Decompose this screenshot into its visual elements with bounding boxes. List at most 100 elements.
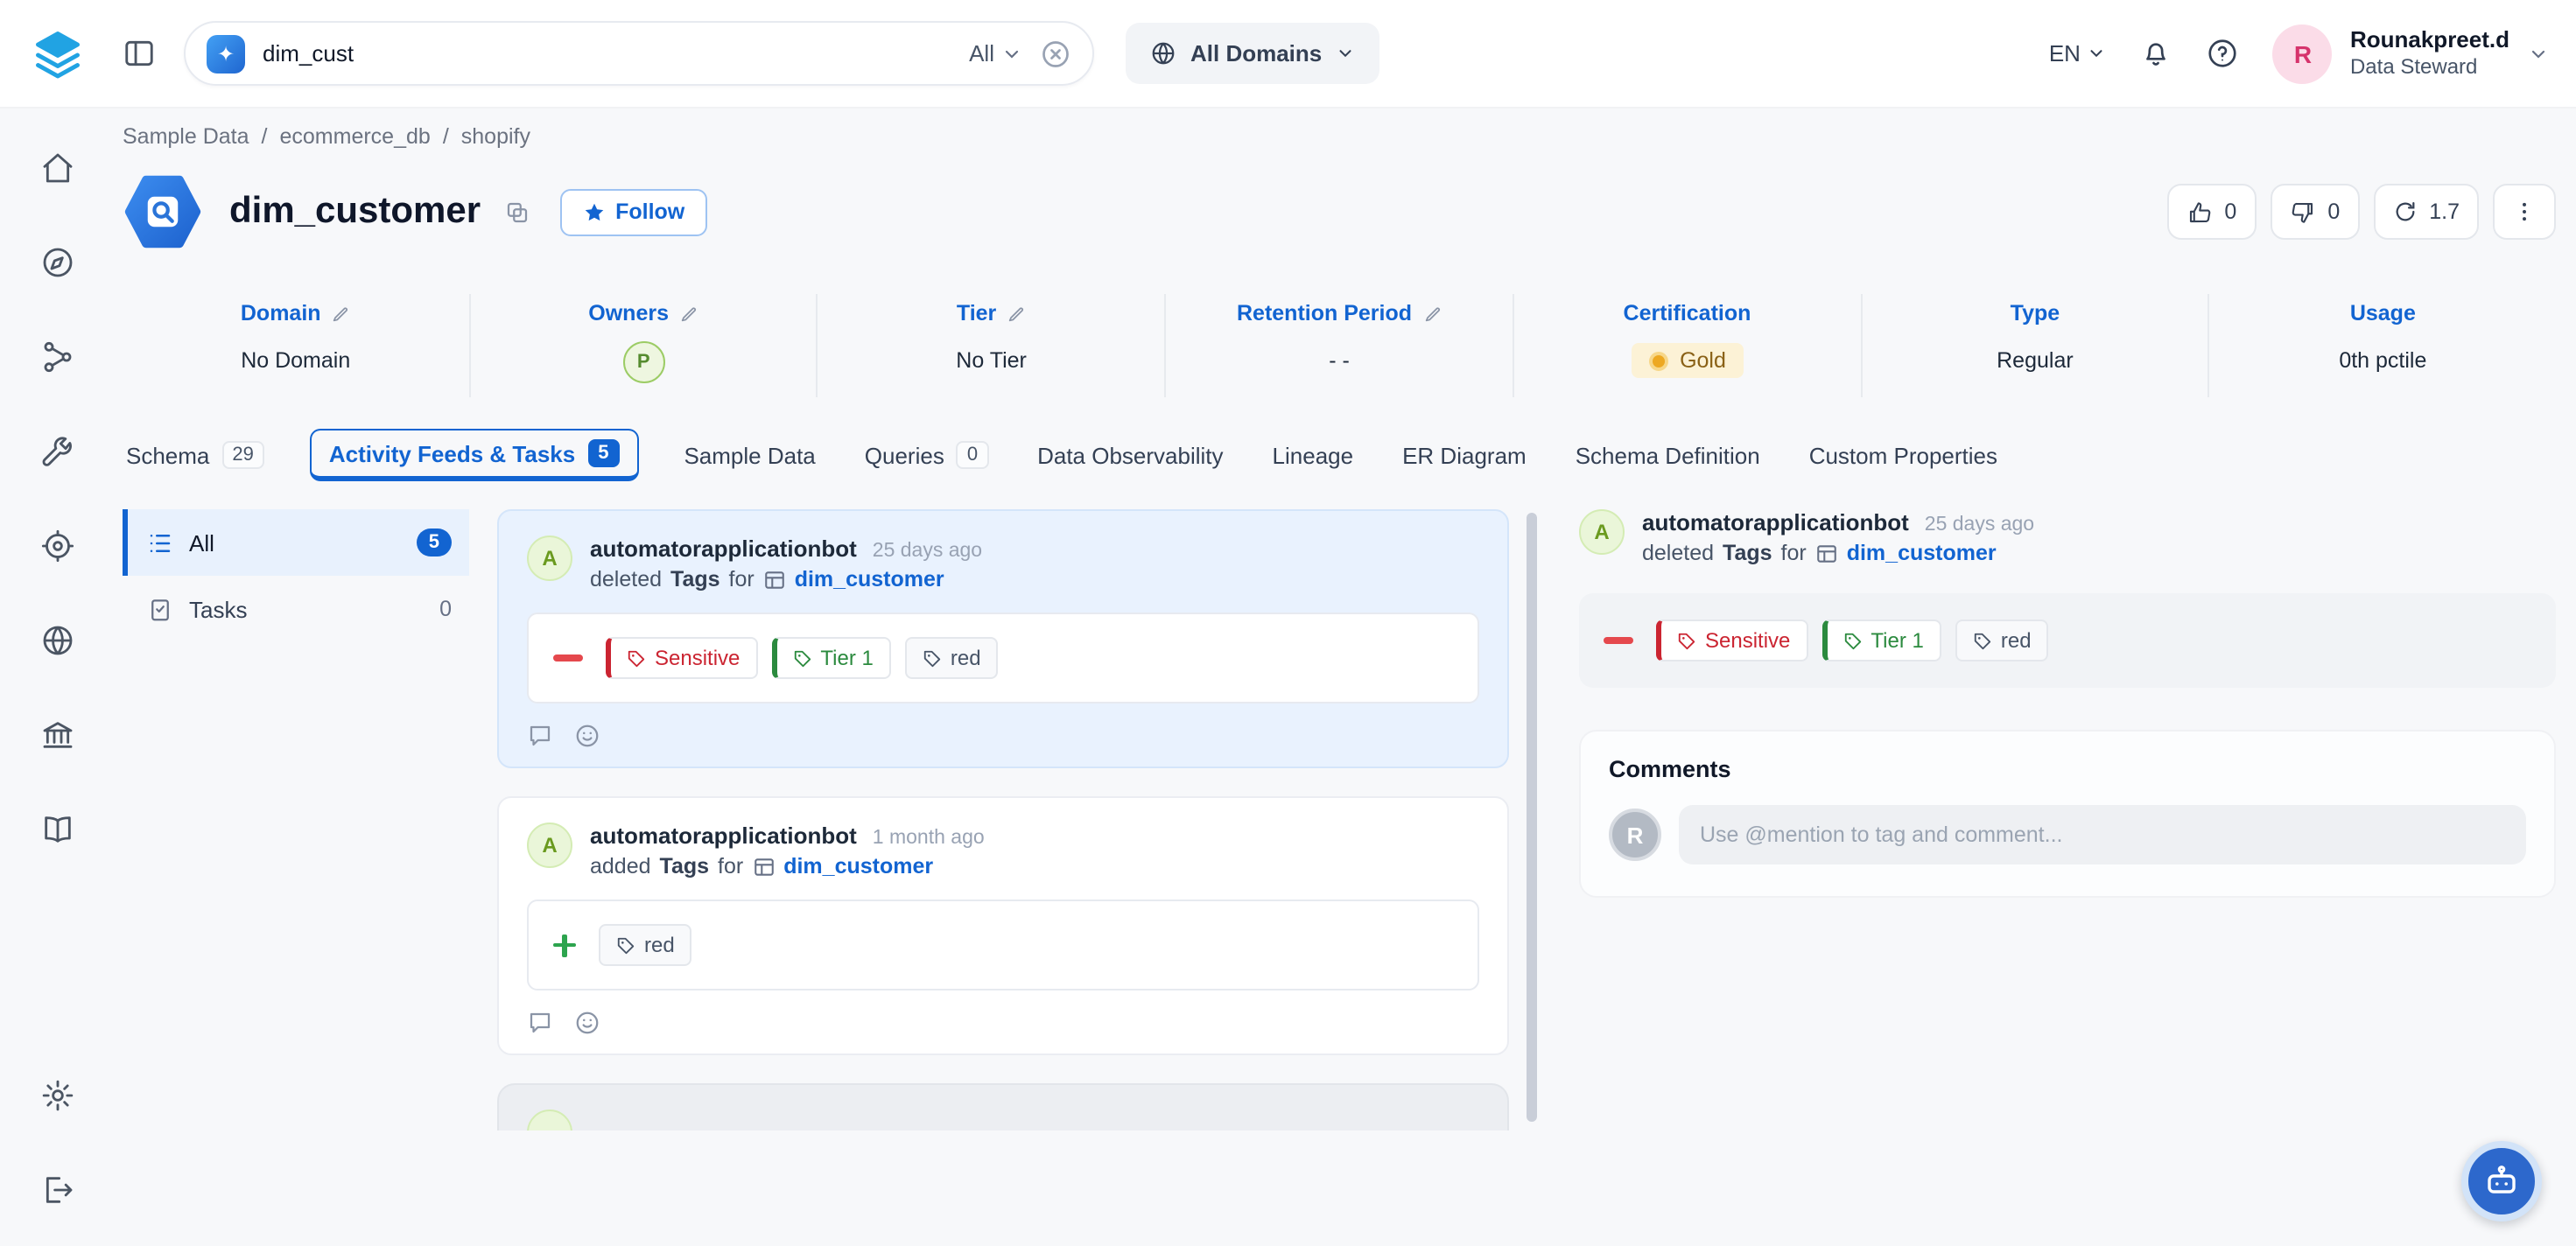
bot-avatar: A bbox=[527, 536, 572, 581]
edit-pencil-icon[interactable] bbox=[679, 304, 698, 323]
robot-icon bbox=[2480, 1160, 2522, 1202]
search-scope-dropdown[interactable]: All bbox=[969, 40, 1022, 66]
entity-link[interactable]: dim_customer bbox=[1847, 541, 1997, 565]
tab-sample-data[interactable]: Sample Data bbox=[680, 430, 818, 480]
breadcrumb: Sample Data / ecommerce_db / shopify bbox=[123, 108, 2556, 149]
follow-button[interactable]: Follow bbox=[559, 188, 707, 235]
main-content: Sample Data / ecommerce_db / shopify dim… bbox=[123, 108, 2556, 1130]
comment-input-row: R bbox=[1609, 805, 2526, 864]
owner-avatar[interactable]: P bbox=[622, 341, 664, 383]
tag-red[interactable]: red bbox=[905, 637, 999, 679]
upvote-button[interactable]: 0 bbox=[2166, 184, 2256, 240]
domain-label: Domain bbox=[241, 301, 321, 326]
feed-action-line: added Tags for dim_customer bbox=[590, 854, 985, 878]
logout-icon[interactable] bbox=[26, 1158, 89, 1222]
breadcrumb-schema[interactable]: shopify bbox=[461, 124, 530, 149]
tab-schema[interactable]: Schema 29 bbox=[123, 429, 268, 481]
reaction-smiley-icon[interactable] bbox=[574, 1010, 600, 1036]
observability-icon[interactable] bbox=[26, 514, 89, 578]
copy-link-icon[interactable] bbox=[503, 199, 530, 225]
search-input[interactable]: dim_cust bbox=[263, 40, 951, 66]
data-assets-graph-icon[interactable] bbox=[26, 326, 89, 388]
chatbot-fab[interactable] bbox=[2460, 1141, 2541, 1222]
services-wrench-icon[interactable] bbox=[26, 420, 89, 483]
comment-icon[interactable] bbox=[527, 1010, 553, 1036]
tag-tier1[interactable]: Tier 1 bbox=[771, 637, 890, 679]
tab-queries[interactable]: Queries 0 bbox=[861, 429, 992, 481]
breadcrumb-service[interactable]: Sample Data bbox=[123, 124, 249, 149]
tag-red[interactable]: red bbox=[1955, 620, 2049, 662]
settings-gear-icon[interactable] bbox=[26, 1064, 89, 1127]
table-entity-icon bbox=[123, 172, 203, 252]
feed-action: deleted bbox=[590, 567, 662, 592]
tab-activity-feeds[interactable]: Activity Feeds & Tasks 5 bbox=[310, 429, 639, 481]
version-button[interactable]: 1.7 bbox=[2373, 184, 2479, 240]
more-options-button[interactable] bbox=[2493, 184, 2556, 240]
feed-filter-tasks[interactable]: Tasks 0 bbox=[123, 576, 469, 642]
tag-tier1[interactable]: Tier 1 bbox=[1821, 620, 1941, 662]
downvote-count: 0 bbox=[2327, 200, 2340, 224]
explore-icon[interactable] bbox=[26, 231, 89, 294]
feed-author[interactable]: automatorapplicationbot bbox=[590, 536, 857, 562]
chevron-down-icon bbox=[1336, 44, 1355, 63]
entity-link[interactable]: dim_customer bbox=[783, 854, 933, 878]
tag-icon bbox=[1973, 631, 1992, 650]
reaction-smiley-icon[interactable] bbox=[574, 723, 600, 749]
entity-link[interactable]: dim_customer bbox=[795, 567, 944, 592]
feed-filter-all[interactable]: All 5 bbox=[123, 509, 469, 576]
global-search-bar[interactable]: ✦ dim_cust All bbox=[184, 21, 1094, 86]
tab-er-diagram[interactable]: ER Diagram bbox=[1399, 430, 1530, 480]
glossary-book-icon[interactable] bbox=[26, 798, 89, 861]
breadcrumb-database[interactable]: ecommerce_db bbox=[280, 124, 431, 149]
language-dropdown[interactable]: EN bbox=[2049, 40, 2107, 66]
notifications-bell-icon[interactable] bbox=[2140, 37, 2173, 70]
tab-data-observability[interactable]: Data Observability bbox=[1034, 430, 1226, 480]
domain-label-row: Domain bbox=[241, 301, 351, 326]
search-clear-icon[interactable] bbox=[1040, 38, 1071, 69]
feed-scrollbar[interactable] bbox=[1527, 513, 1537, 1122]
feed-card-header: A automatorapplicationbot 1 month ago ad… bbox=[527, 822, 1479, 878]
sidebar-toggle-icon[interactable] bbox=[123, 37, 156, 70]
tier-value: No Tier bbox=[956, 341, 1027, 380]
edit-pencil-icon[interactable] bbox=[1422, 304, 1442, 323]
app-root: ✦ dim_cust All All Domains EN bbox=[0, 0, 2576, 1246]
feed-action-line: deleted Tags for dim_customer bbox=[590, 567, 982, 592]
tag-sensitive[interactable]: Sensitive bbox=[606, 637, 757, 679]
feed-card-added-tags[interactable]: A automatorapplicationbot 1 month ago ad… bbox=[497, 796, 1509, 1055]
tag-sensitive[interactable]: Sensitive bbox=[1656, 620, 1807, 662]
app-logo[interactable] bbox=[0, 27, 116, 80]
tab-custom-properties[interactable]: Custom Properties bbox=[1806, 430, 2001, 480]
entity-tabs: Schema 29 Activity Feeds & Tasks 5 Sampl… bbox=[123, 429, 2556, 481]
governance-bank-icon[interactable] bbox=[26, 704, 89, 766]
detail-action-line: deleted Tags for dim_customer bbox=[1642, 541, 2034, 565]
downvote-button[interactable]: 0 bbox=[2270, 184, 2359, 240]
user-menu[interactable]: R Rounakpreet.d Data Steward bbox=[2273, 24, 2548, 83]
comment-icon[interactable] bbox=[527, 723, 553, 749]
help-icon[interactable] bbox=[2207, 37, 2240, 70]
feed-card-header-text: automatorapplicationbot 1 month ago adde… bbox=[590, 822, 985, 878]
feed-card-partial[interactable] bbox=[497, 1083, 1509, 1130]
edit-pencil-icon[interactable] bbox=[332, 304, 351, 323]
feed-author[interactable]: automatorapplicationbot bbox=[590, 822, 857, 849]
tab-schema-definition[interactable]: Schema Definition bbox=[1572, 430, 1764, 480]
home-icon[interactable] bbox=[26, 136, 89, 200]
domains-globe-icon[interactable] bbox=[26, 609, 89, 672]
all-domains-dropdown[interactable]: All Domains bbox=[1126, 23, 1379, 84]
comment-input[interactable] bbox=[1679, 805, 2526, 864]
feed-card-deleted-tags[interactable]: A automatorapplicationbot 25 days ago de… bbox=[497, 509, 1509, 768]
owners-value: P bbox=[622, 341, 664, 383]
feed-field: Tags bbox=[670, 567, 720, 592]
chevron-down-icon bbox=[2527, 43, 2548, 64]
meta-usage: Usage 0th pctile bbox=[2210, 294, 2556, 397]
tag-red[interactable]: red bbox=[599, 924, 692, 966]
tab-lineage[interactable]: Lineage bbox=[1269, 430, 1358, 480]
tier-label-row: Tier bbox=[957, 301, 1026, 326]
tab-label: Data Observability bbox=[1037, 442, 1223, 468]
gold-medal-icon bbox=[1648, 351, 1667, 370]
retention-value: - - bbox=[1329, 341, 1350, 380]
feed-timestamp: 1 month ago bbox=[873, 828, 985, 849]
feed-card-header-text: automatorapplicationbot 25 days ago dele… bbox=[590, 536, 982, 592]
detail-join: for bbox=[1781, 541, 1807, 565]
edit-pencil-icon[interactable] bbox=[1007, 304, 1026, 323]
detail-author[interactable]: automatorapplicationbot bbox=[1642, 509, 1909, 536]
